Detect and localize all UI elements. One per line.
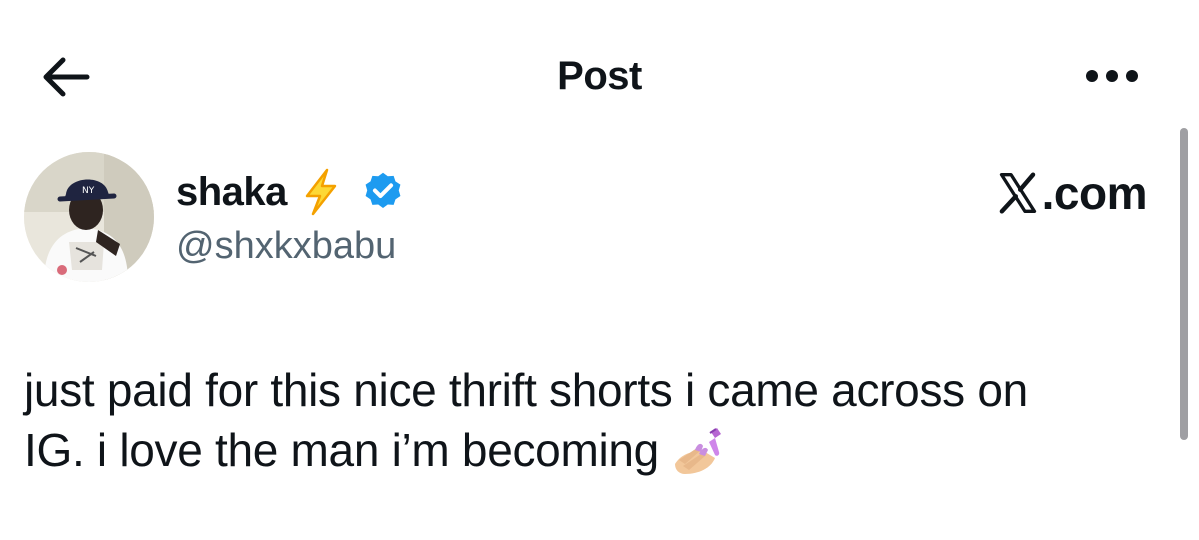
post-text-line-2: IG. i love the man i’m becoming: [24, 424, 659, 476]
author-name-row[interactable]: shaka: [176, 164, 405, 220]
avatar-photo: NY: [24, 152, 154, 282]
author-handle[interactable]: @shxkxbabu: [176, 222, 396, 270]
more-options-button[interactable]: [1080, 52, 1144, 100]
x-logo-icon: [996, 171, 1040, 215]
svg-text:NY: NY: [82, 186, 95, 196]
watermark-text: .com: [1041, 167, 1148, 219]
page-title: Post: [557, 54, 642, 98]
more-horizontal-icon: [1086, 70, 1138, 82]
verified-badge-icon[interactable]: [361, 170, 405, 214]
top-bar: Post: [0, 0, 1199, 150]
x-watermark: .com: [996, 166, 1148, 220]
avatar[interactable]: NY: [24, 152, 154, 282]
author-name[interactable]: shaka: [176, 170, 287, 215]
lightning-bolt-icon: [301, 168, 341, 216]
nail-polish-icon: [671, 424, 725, 478]
scrollbar[interactable]: [1180, 128, 1188, 440]
post-text-line-1: just paid for this nice thrift shorts i …: [24, 364, 1028, 416]
post-text: just paid for this nice thrift shorts i …: [24, 360, 1154, 480]
